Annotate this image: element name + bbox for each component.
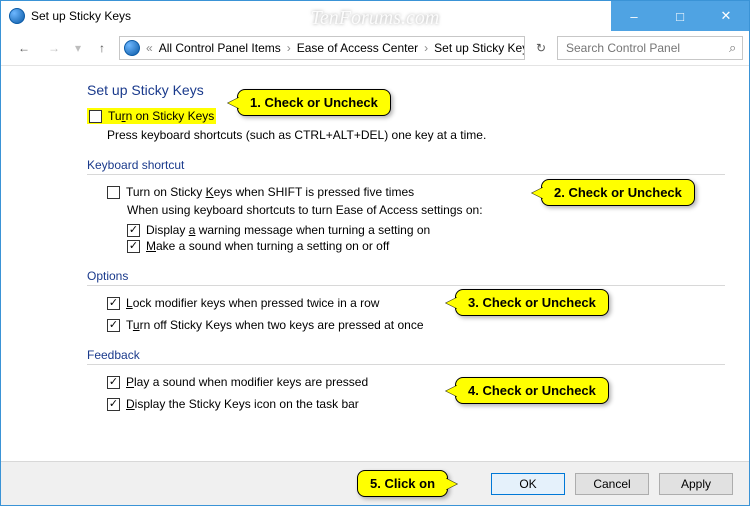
close-button[interactable]: ✕ bbox=[703, 1, 749, 31]
annotation-4: 4. Check or Uncheck bbox=[455, 377, 609, 404]
fb-opt1-row: Play a sound when modifier keys are pres… bbox=[107, 375, 725, 389]
kb-opt2-checkbox[interactable] bbox=[127, 224, 140, 237]
back-button[interactable]: ← bbox=[11, 35, 37, 61]
main-toggle-highlight: Turn on Sticky Keys bbox=[87, 108, 216, 124]
forward-button[interactable]: → bbox=[41, 35, 67, 61]
main-toggle-row: Turn on Sticky Keys bbox=[87, 108, 725, 124]
search-box[interactable]: ⌕ bbox=[557, 36, 743, 60]
window-buttons: – □ ✕ bbox=[611, 1, 749, 31]
opt-opt1-label[interactable]: Lock modifier keys when pressed twice in… bbox=[126, 296, 379, 310]
up-button[interactable]: ↑ bbox=[89, 35, 115, 61]
content: Set up Sticky Keys Turn on Sticky Keys P… bbox=[1, 66, 749, 411]
fb-opt2-checkbox[interactable] bbox=[107, 398, 120, 411]
opt-opt2-label[interactable]: Turn off Sticky Keys when two keys are p… bbox=[126, 318, 424, 332]
chevron-right-icon: › bbox=[285, 41, 293, 55]
minimize-button[interactable]: – bbox=[611, 1, 657, 31]
breadcrumb-item[interactable]: Ease of Access Center bbox=[297, 41, 418, 55]
apply-button[interactable]: Apply bbox=[659, 473, 733, 495]
refresh-button[interactable]: ↻ bbox=[529, 36, 553, 60]
kb-opt2-row: Display a warning message when turning a… bbox=[127, 223, 725, 237]
page-title: Set up Sticky Keys bbox=[87, 82, 725, 98]
fb-opt1-checkbox[interactable] bbox=[107, 376, 120, 389]
main-toggle-label[interactable]: Turn on Sticky Keys bbox=[108, 109, 214, 123]
cancel-button[interactable]: Cancel bbox=[575, 473, 649, 495]
fb-opt1-label[interactable]: Play a sound when modifier keys are pres… bbox=[126, 375, 368, 389]
ok-button[interactable]: OK bbox=[491, 473, 565, 495]
main-desc: Press keyboard shortcuts (such as CTRL+A… bbox=[107, 128, 725, 142]
annotation-3: 3. Check or Uncheck bbox=[455, 289, 609, 316]
opt-opt1-row: Lock modifier keys when pressed twice in… bbox=[107, 296, 725, 310]
kb-opt3-checkbox[interactable] bbox=[127, 240, 140, 253]
app-icon bbox=[9, 8, 25, 24]
opt-opt2-checkbox[interactable] bbox=[107, 319, 120, 332]
breadcrumb-item[interactable]: All Control Panel Items bbox=[159, 41, 281, 55]
kb-opt3-row: Make a sound when turning a setting on o… bbox=[127, 239, 725, 253]
kb-opt1-checkbox[interactable] bbox=[107, 186, 120, 199]
breadcrumb[interactable]: « All Control Panel Items › Ease of Acce… bbox=[119, 36, 525, 60]
titlebar: Set up Sticky Keys – □ ✕ bbox=[1, 1, 749, 31]
window-title: Set up Sticky Keys bbox=[31, 9, 131, 23]
annotation-5: 5. Click on bbox=[357, 470, 448, 497]
main-toggle-checkbox[interactable] bbox=[89, 110, 102, 123]
section-divider bbox=[87, 174, 725, 175]
section-header-feedback: Feedback bbox=[87, 348, 725, 362]
fb-opt2-label[interactable]: Display the Sticky Keys icon on the task… bbox=[126, 397, 359, 411]
annotation-2: 2. Check or Uncheck bbox=[541, 179, 695, 206]
section-divider bbox=[87, 285, 725, 286]
chevron-right-icon: › bbox=[422, 41, 430, 55]
section-divider bbox=[87, 364, 725, 365]
opt-opt2-row: Turn off Sticky Keys when two keys are p… bbox=[107, 318, 725, 332]
kb-opt3-label[interactable]: Make a sound when turning a setting on o… bbox=[146, 239, 389, 253]
breadcrumb-item[interactable]: Set up Sticky Keys bbox=[434, 41, 525, 55]
section-header-options: Options bbox=[87, 269, 725, 283]
search-input[interactable] bbox=[564, 40, 723, 56]
annotation-1: 1. Check or Uncheck bbox=[237, 89, 391, 116]
breadcrumb-overflow-icon[interactable]: « bbox=[144, 41, 155, 55]
maximize-button[interactable]: □ bbox=[657, 1, 703, 31]
kb-opt2-label[interactable]: Display a warning message when turning a… bbox=[146, 223, 430, 237]
opt-opt1-checkbox[interactable] bbox=[107, 297, 120, 310]
control-panel-icon bbox=[124, 40, 140, 56]
navbar: ← → ▾ ↑ « All Control Panel Items › Ease… bbox=[1, 31, 749, 65]
section-header-keyboard: Keyboard shortcut bbox=[87, 158, 725, 172]
search-icon: ⌕ bbox=[729, 40, 736, 56]
recent-dropdown[interactable]: ▾ bbox=[71, 35, 85, 61]
fb-opt2-row: Display the Sticky Keys icon on the task… bbox=[107, 397, 725, 411]
kb-opt1-label[interactable]: Turn on Sticky Keys when SHIFT is presse… bbox=[126, 185, 414, 199]
